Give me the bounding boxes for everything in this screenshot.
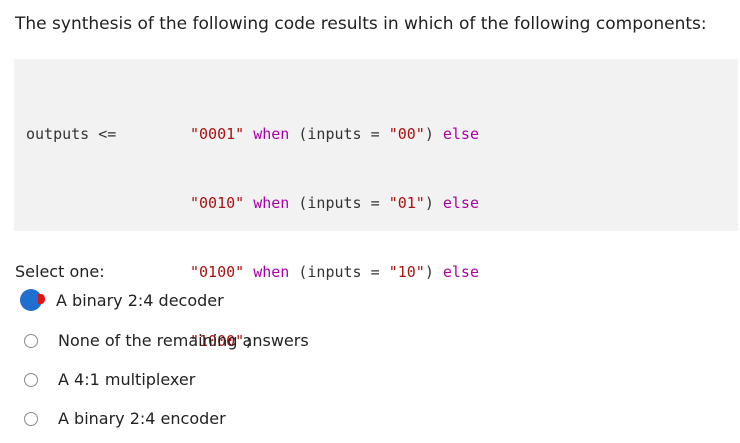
radio-selected-icon[interactable] <box>20 289 45 311</box>
option-label[interactable]: None of the remaining answers <box>58 331 309 351</box>
code-string: "0001" <box>190 125 245 143</box>
radio-icon[interactable] <box>24 373 38 387</box>
code-keyword: else <box>442 194 479 212</box>
code-keyword: when <box>253 125 290 143</box>
code-assign-target: outputs <= <box>26 125 117 143</box>
code-condition: (inputs = <box>298 125 389 143</box>
code-string: "01" <box>388 194 425 212</box>
code-string: "00" <box>388 125 425 143</box>
code-line-2: "0010" when (inputs = "01") else <box>26 192 479 215</box>
code-keyword: else <box>442 125 479 143</box>
code-condition: (inputs = <box>298 194 389 212</box>
option-label[interactable]: A 4:1 multiplexer <box>58 370 195 390</box>
code-string: "0010" <box>190 194 245 212</box>
code-paren: ) <box>424 263 434 281</box>
option-none-remaining[interactable]: None of the remaining answers <box>24 329 309 353</box>
code-keyword: when <box>253 263 290 281</box>
option-multiplexer[interactable]: A 4:1 multiplexer <box>24 368 195 392</box>
option-binary-encoder[interactable]: A binary 2:4 encoder <box>24 407 226 431</box>
code-string: "10" <box>388 263 425 281</box>
code-line-1: outputs <= "0001" when (inputs = "00") el… <box>26 123 479 146</box>
select-one-label: Select one: <box>15 262 105 281</box>
option-label[interactable]: A binary 2:4 encoder <box>58 409 226 429</box>
option-label[interactable]: A binary 2:4 decoder <box>56 291 224 311</box>
radio-icon[interactable] <box>24 412 38 426</box>
option-binary-decoder[interactable]: A binary 2:4 decoder <box>20 289 224 313</box>
code-block: outputs <= "0001" when (inputs = "00") el… <box>14 59 738 350</box>
code-condition: (inputs = <box>298 263 389 281</box>
code-paren: ) <box>424 194 434 212</box>
question-text: The synthesis of the following code resu… <box>15 14 707 34</box>
code-keyword: when <box>253 194 290 212</box>
radio-icon[interactable] <box>24 334 38 348</box>
code-string: "0100" <box>190 263 245 281</box>
code-paren: ) <box>424 125 434 143</box>
code-keyword: else <box>442 263 479 281</box>
